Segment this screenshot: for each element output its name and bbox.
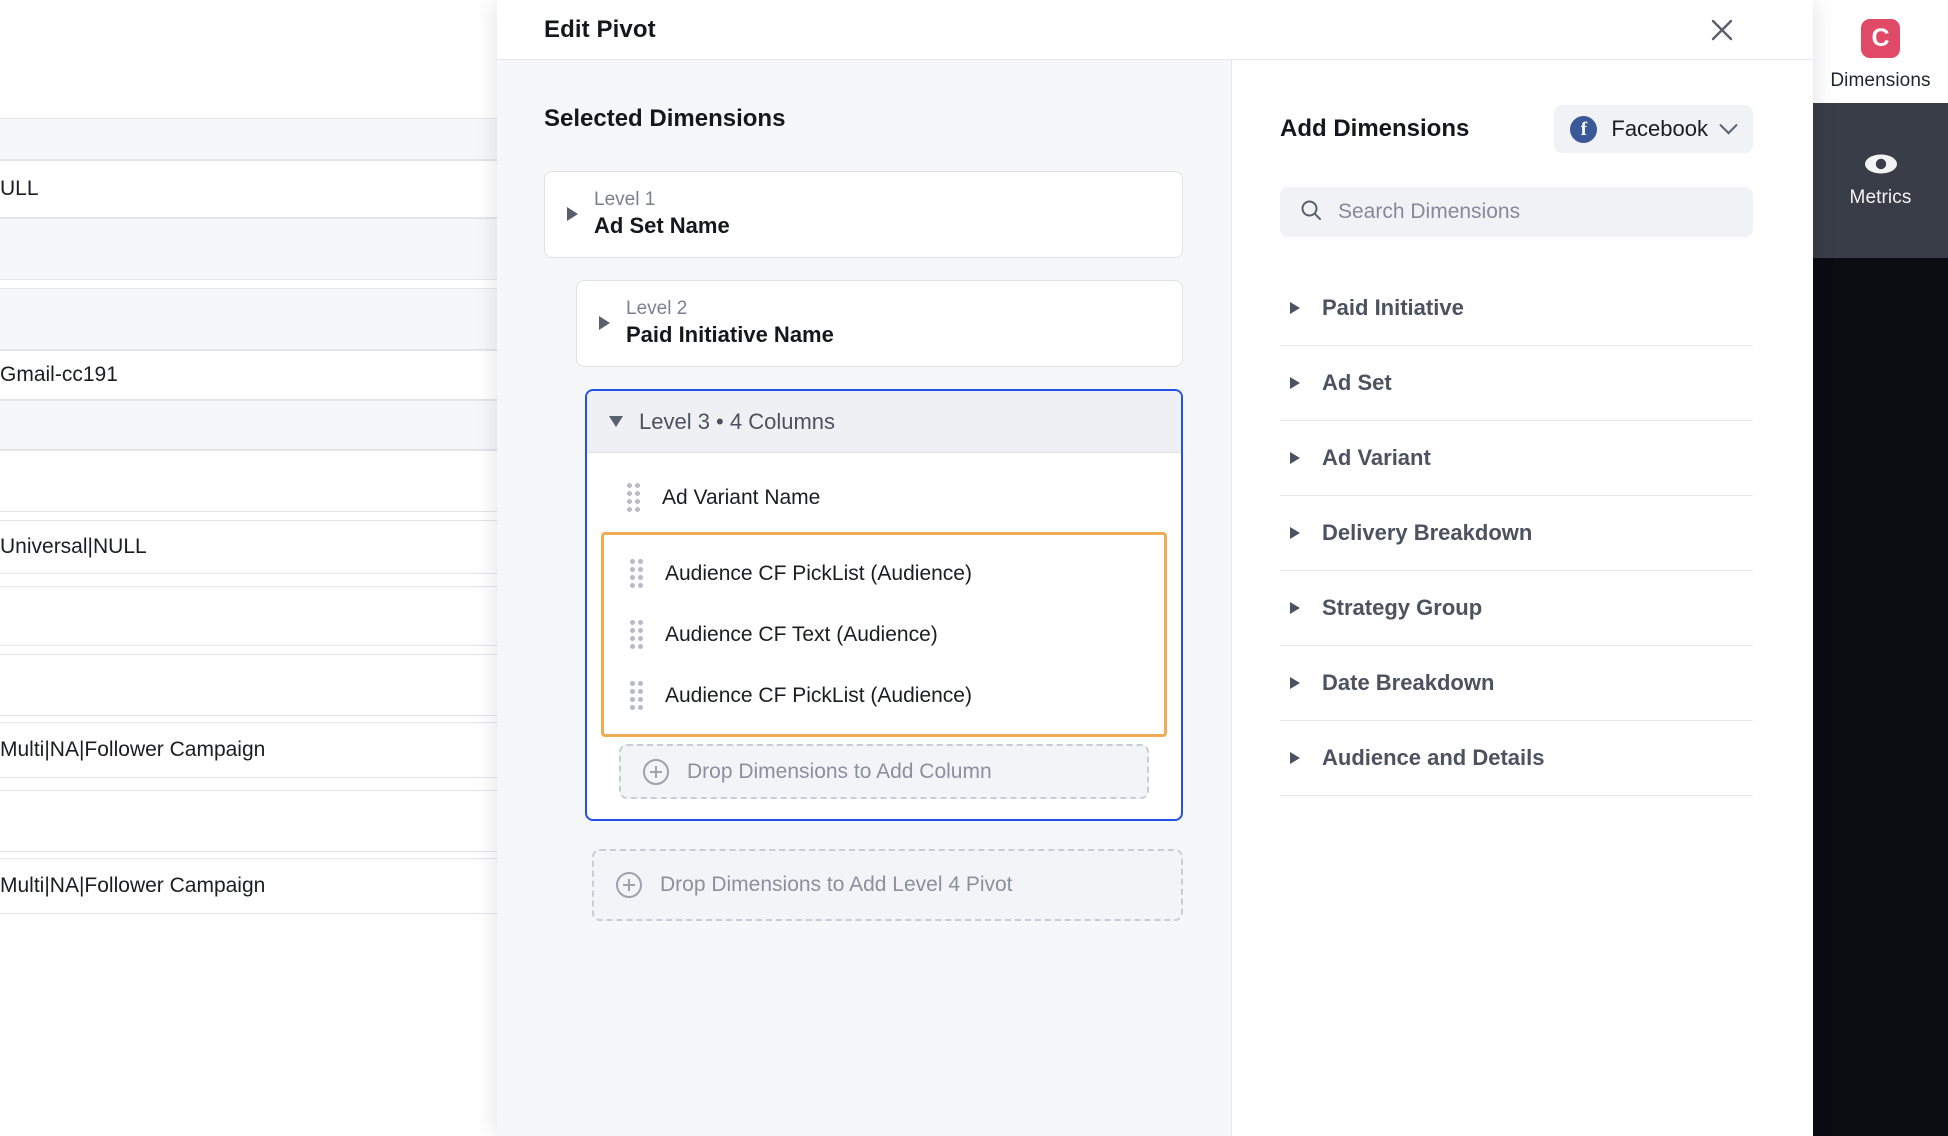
search-dimensions-box[interactable] <box>1280 187 1753 237</box>
table-cell: Universal|NULL <box>0 535 147 558</box>
level-2-value: Paid Initiative Name <box>626 322 834 347</box>
caret-right-icon[interactable] <box>1290 377 1300 389</box>
column-item[interactable]: Audience CF PickList (Audience) <box>612 543 1156 604</box>
plus-circle-icon <box>616 872 642 898</box>
column-item[interactable]: Audience CF Text (Audience) <box>612 604 1156 665</box>
data-source-select[interactable]: f Facebook <box>1554 105 1753 153</box>
column-item[interactable]: Ad Variant Name <box>609 467 1159 528</box>
drag-handle-icon[interactable] <box>627 483 640 512</box>
level-3-header-label: Level 3 • 4 Columns <box>639 408 836 434</box>
dimension-list-item-label: Strategy Group <box>1322 595 1483 620</box>
dimensions-badge-icon: C <box>1861 19 1900 58</box>
table-row: Multi|NA|Follower Campaign <box>0 722 500 778</box>
column-item-label: Audience CF PickList (Audience) <box>665 683 972 707</box>
dimension-list-item[interactable]: Paid Initiative <box>1280 271 1753 346</box>
caret-right-icon[interactable] <box>1290 602 1300 614</box>
modal-header: Edit Pivot <box>497 0 1813 60</box>
drag-handle-icon[interactable] <box>630 559 643 588</box>
search-input[interactable] <box>1338 200 1733 224</box>
caret-right-icon[interactable] <box>599 315 610 330</box>
column-item-label: Audience CF Text (Audience) <box>665 622 938 646</box>
app-root: ULL Gmail-cc191 Universal|NULL Multi|NA|Fol… <box>0 0 1948 1136</box>
eye-icon <box>1862 153 1900 175</box>
right-rail: C Dimensions Metrics <box>1813 0 1948 1136</box>
dimension-list-item-label: Date Breakdown <box>1322 670 1495 695</box>
table-row <box>0 586 500 646</box>
dimension-list-item-label: Paid Initiative <box>1322 295 1464 320</box>
drop-column-zone-label: Drop Dimensions to Add Column <box>687 759 992 783</box>
table-cell: ULL <box>0 177 39 200</box>
background-data-table: ULL Gmail-cc191 Universal|NULL Multi|NA|Fol… <box>0 0 500 1136</box>
page-title: Edit Pivot <box>544 15 656 43</box>
caret-right-icon[interactable] <box>1290 677 1300 689</box>
dimension-list-item-label: Ad Set <box>1322 370 1392 395</box>
table-row: ULL <box>0 160 500 218</box>
plus-circle-icon <box>643 758 669 785</box>
add-dimensions-header: Add Dimensions f Facebook <box>1280 105 1753 153</box>
column-item-label: Audience CF PickList (Audience) <box>665 561 972 585</box>
caret-right-icon[interactable] <box>1290 302 1300 314</box>
table-row <box>0 790 500 852</box>
table-row: Gmail-cc191 <box>0 350 500 400</box>
caret-right-icon[interactable] <box>1290 752 1300 764</box>
table-cell: Multi|NA|Follower Campaign <box>0 738 266 761</box>
drop-column-zone[interactable]: Drop Dimensions to Add Column <box>619 744 1149 799</box>
facebook-icon: f <box>1570 115 1598 143</box>
dimension-list-item[interactable]: Ad Variant <box>1280 421 1753 496</box>
add-dimensions-panel: Add Dimensions f Facebook Search Dimensi… <box>1232 60 1813 1136</box>
table-row <box>0 450 500 512</box>
chevron-down-icon[interactable] <box>1719 115 1738 134</box>
table-row <box>0 654 500 716</box>
drag-handle-icon[interactable] <box>630 620 643 649</box>
dimension-list-item[interactable]: Strategy Group <box>1280 571 1753 646</box>
table-row: Multi|NA|Follower Campaign <box>0 858 500 914</box>
selected-dimensions-panel: Selected Dimensions Level 1 Ad Set Name … <box>497 60 1232 1136</box>
table-row <box>0 400 500 450</box>
level-card-1[interactable]: Level 1 Ad Set Name <box>544 171 1183 258</box>
dimension-list-item-label: Delivery Breakdown <box>1322 520 1533 545</box>
caret-down-icon[interactable] <box>609 416 623 427</box>
dimension-list-item[interactable]: Date Breakdown <box>1280 646 1753 721</box>
level-3-group: Level 3 • 4 Columns Ad Variant Name Audi… <box>585 389 1183 821</box>
edit-pivot-modal: Edit Pivot Selected Dimensions Level 1 A… <box>497 0 1813 1136</box>
dimension-list-item[interactable]: Audience and Details <box>1280 721 1753 796</box>
add-dimensions-title: Add Dimensions <box>1280 115 1470 142</box>
table-cell: Multi|NA|Follower Campaign <box>0 874 266 897</box>
table-row <box>0 218 500 280</box>
level-1-label: Level 1 <box>594 189 656 210</box>
rail-empty-area <box>1813 258 1948 1136</box>
dimension-list-item[interactable]: Ad Set <box>1280 346 1753 421</box>
rail-tab-metrics-label: Metrics <box>1849 186 1912 208</box>
level-card-2[interactable]: Level 2 Paid Initiative Name <box>576 280 1183 367</box>
column-item-label: Ad Variant Name <box>662 485 821 509</box>
dimension-list-item[interactable]: Delivery Breakdown <box>1280 496 1753 571</box>
drop-level4-zone[interactable]: Drop Dimensions to Add Level 4 Pivot <box>592 849 1183 921</box>
level-1-value: Ad Set Name <box>594 213 730 238</box>
level-3-header[interactable]: Level 3 • 4 Columns <box>587 391 1181 453</box>
dimension-list-item-label: Audience and Details <box>1322 745 1545 770</box>
rail-tab-dimensions[interactable]: C Dimensions <box>1813 0 1948 103</box>
table-row <box>0 118 500 160</box>
level-2-label: Level 2 <box>626 298 688 319</box>
dimension-list-item-label: Ad Variant <box>1322 445 1431 470</box>
dimension-list: Paid Initiative Ad Set Ad Variant Delivery … <box>1280 271 1753 796</box>
search-icon <box>1300 199 1322 226</box>
drop-level4-zone-label: Drop Dimensions to Add Level 4 Pivot <box>660 873 1013 896</box>
caret-right-icon[interactable] <box>1290 452 1300 464</box>
table-row <box>0 288 500 350</box>
close-icon[interactable] <box>1703 11 1741 49</box>
column-item[interactable]: Audience CF PickList (Audience) <box>612 665 1156 726</box>
rail-tab-metrics[interactable]: Metrics <box>1813 103 1948 258</box>
drag-handle-icon[interactable] <box>630 681 643 710</box>
caret-right-icon[interactable] <box>567 206 578 221</box>
selected-dimensions-title: Selected Dimensions <box>544 105 786 132</box>
rail-tab-dimensions-label: Dimensions <box>1830 70 1931 91</box>
data-source-value: Facebook <box>1611 116 1708 141</box>
table-cell: Gmail-cc191 <box>0 363 118 386</box>
caret-right-icon[interactable] <box>1290 527 1300 539</box>
highlighted-columns-group: Audience CF PickList (Audience) Audience… <box>601 532 1167 737</box>
level-3-column-list: Ad Variant Name Audience CF PickList (Au… <box>587 453 1181 819</box>
modal-body: Selected Dimensions Level 1 Ad Set Name … <box>497 60 1813 1136</box>
table-row: Universal|NULL <box>0 520 500 574</box>
